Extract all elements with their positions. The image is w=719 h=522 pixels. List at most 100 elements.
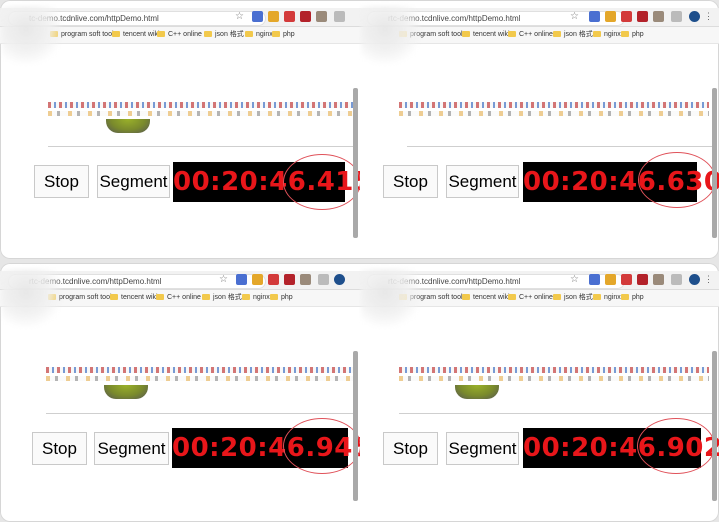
- segment-button[interactable]: Segment: [446, 165, 519, 198]
- video-thumbnail: [455, 385, 499, 399]
- scrollbar[interactable]: [712, 351, 717, 501]
- bookmark-item[interactable]: tencent wiki: [110, 293, 158, 303]
- folder-icon: [157, 31, 165, 38]
- folder-icon: [621, 294, 629, 301]
- folder-icon: [156, 294, 164, 301]
- profile-avatar[interactable]: [689, 274, 700, 285]
- extension-icons: ☆ ⋮: [570, 274, 714, 287]
- extension-icon[interactable]: [284, 11, 295, 22]
- extension-icon[interactable]: [605, 11, 616, 22]
- scrollbar[interactable]: [712, 88, 717, 238]
- highlight-circle: [283, 154, 360, 210]
- extension-icon[interactable]: [605, 274, 616, 285]
- star-icon[interactable]: ☆: [569, 11, 580, 22]
- screenshot-card-bottom: rtc-demo.tcdnlive.com/httpDemo.html ☆ pr…: [0, 263, 719, 522]
- bookmark-item[interactable]: php: [270, 293, 293, 303]
- menu-icon[interactable]: ⋮: [703, 274, 714, 285]
- timer-hms: 00:20:46: [523, 167, 657, 197]
- bookmark-item[interactable]: json 格式: [553, 293, 593, 303]
- profile-avatar[interactable]: [689, 11, 700, 22]
- mini-bookmarks: [46, 376, 356, 381]
- extension-icon[interactable]: [252, 274, 263, 285]
- bookmark-item[interactable]: json 格式: [204, 30, 244, 40]
- browser-panel-2: rtc-demo.tcdnlive.com/httpDemo.html ☆ ⋮ …: [359, 0, 719, 259]
- bookmark-item[interactable]: nginx: [593, 30, 621, 40]
- extension-icon[interactable]: [252, 11, 263, 22]
- scrollbar[interactable]: [353, 88, 358, 238]
- folder-icon: [508, 31, 516, 38]
- bookmark-item[interactable]: json 格式: [202, 293, 242, 303]
- bookmark-item[interactable]: tencent wiki: [112, 30, 160, 40]
- bookmark-item[interactable]: C++ online: [508, 293, 553, 303]
- folder-icon: [270, 294, 278, 301]
- extension-icon[interactable]: [300, 274, 311, 285]
- extension-icon[interactable]: [637, 274, 648, 285]
- folder-icon: [593, 294, 601, 301]
- embedded-screenshot: [46, 367, 356, 387]
- extension-icons: ☆: [219, 274, 354, 287]
- extension-icon[interactable]: [589, 11, 600, 22]
- extension-icon[interactable]: [671, 274, 682, 285]
- extension-icon[interactable]: [268, 274, 279, 285]
- extension-icon[interactable]: [589, 274, 600, 285]
- stop-button[interactable]: Stop: [32, 432, 87, 465]
- folder-icon: [621, 31, 629, 38]
- extension-icons: ☆: [224, 11, 354, 24]
- stop-button[interactable]: Stop: [383, 165, 438, 198]
- segment-button[interactable]: Segment: [94, 432, 169, 465]
- bookmark-item[interactable]: nginx: [593, 293, 621, 303]
- bookmark-item[interactable]: C++ online: [156, 293, 201, 303]
- video-thumbnail: [104, 385, 148, 399]
- divider: [48, 146, 354, 147]
- star-icon[interactable]: ☆: [234, 11, 245, 22]
- extension-icon[interactable]: [621, 11, 632, 22]
- extension-icon[interactable]: [653, 11, 664, 22]
- bookmark-item[interactable]: C++ online: [157, 30, 202, 40]
- bookmark-item[interactable]: php: [272, 30, 295, 40]
- highlight-circle: [637, 418, 715, 474]
- bookmark-item[interactable]: json 格式: [553, 30, 593, 40]
- extension-icon[interactable]: [268, 11, 279, 22]
- scrollbar[interactable]: [353, 351, 358, 501]
- extension-icon[interactable]: [621, 274, 632, 285]
- highlight-circle: [283, 418, 360, 474]
- bookmark-item[interactable]: C++ online: [508, 30, 553, 40]
- folder-icon: [553, 31, 561, 38]
- extension-icon[interactable]: [316, 11, 327, 22]
- folder-icon: [202, 294, 210, 301]
- browser-panel-1: tc-demo.tcdnlive.com/httpDemo.html ☆ pro…: [0, 0, 360, 259]
- extension-icon[interactable]: [653, 274, 664, 285]
- folder-icon: [272, 31, 280, 38]
- star-icon[interactable]: ☆: [218, 274, 229, 285]
- folder-icon: [593, 31, 601, 38]
- extension-icon[interactable]: [671, 11, 682, 22]
- mini-bookmarks: [399, 376, 709, 381]
- browser-panel-4: rtc-demo.tcdnlive.com/httpDemo.html ☆ ⋮ …: [359, 263, 719, 522]
- blurred-region: [2, 6, 62, 64]
- stop-button[interactable]: Stop: [34, 165, 89, 198]
- bookmark-item[interactable]: php: [621, 30, 644, 40]
- extension-icon[interactable]: [334, 11, 345, 22]
- bookmark-item[interactable]: nginx: [245, 30, 273, 40]
- segment-button[interactable]: Segment: [446, 432, 519, 465]
- segment-button[interactable]: Segment: [97, 165, 170, 198]
- bookmark-item[interactable]: nginx: [242, 293, 270, 303]
- menu-icon[interactable]: ⋮: [703, 11, 714, 22]
- extension-icon[interactable]: [300, 11, 311, 22]
- extension-icon[interactable]: [284, 274, 295, 285]
- bookmark-item[interactable]: tencent wiki: [462, 293, 510, 303]
- stop-button[interactable]: Stop: [383, 432, 438, 465]
- divider: [399, 413, 713, 414]
- divider: [46, 413, 354, 414]
- star-icon[interactable]: ☆: [569, 274, 580, 285]
- mini-toolbar: [48, 102, 358, 108]
- bookmark-item[interactable]: tencent wiki: [462, 30, 510, 40]
- extension-icon[interactable]: [236, 274, 247, 285]
- browser-panel-3: rtc-demo.tcdnlive.com/httpDemo.html ☆ pr…: [0, 263, 360, 522]
- highlight-circle: [638, 152, 716, 208]
- profile-avatar[interactable]: [334, 274, 345, 285]
- extension-icon[interactable]: [318, 274, 329, 285]
- bookmark-item[interactable]: php: [621, 293, 644, 303]
- extension-icons: ☆ ⋮: [570, 11, 714, 24]
- extension-icon[interactable]: [637, 11, 648, 22]
